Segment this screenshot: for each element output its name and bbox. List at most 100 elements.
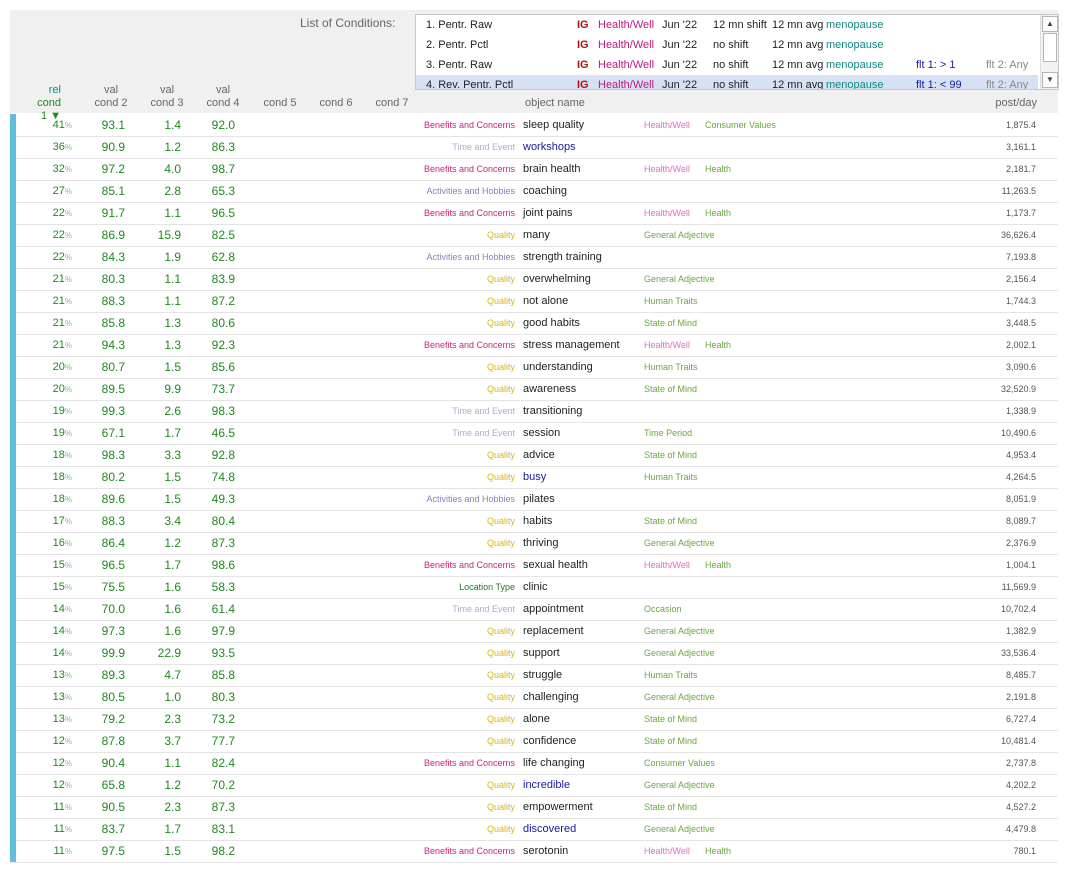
- object-name[interactable]: appointment: [523, 598, 584, 620]
- table-row[interactable]: 19% 99.3 2.6 98.3 Time and Event transitionin…: [10, 400, 1058, 423]
- table-row[interactable]: 22% 84.3 1.9 62.8 Activities and Hobbies stre…: [10, 246, 1058, 269]
- object-name[interactable]: serotonin: [523, 840, 568, 862]
- table-row[interactable]: 16% 86.4 1.2 87.3 Quality thriving General Adj…: [10, 532, 1058, 555]
- condition-row[interactable]: 2. Pentr. Pctl IG Health/Well Jun '22 no shi…: [416, 35, 1038, 55]
- scroll-up-icon[interactable]: ▲: [1042, 16, 1058, 32]
- table-row[interactable]: 17% 88.3 3.4 80.4 Quality habits State of Mind…: [10, 510, 1058, 533]
- object-name[interactable]: challenging: [523, 686, 579, 708]
- table-row[interactable]: 11% 83.7 1.7 83.1 Quality discovered General A…: [10, 818, 1058, 841]
- object-name[interactable]: pilates: [523, 488, 555, 510]
- object-name[interactable]: overwhelming: [523, 268, 591, 290]
- object-name[interactable]: replacement: [523, 620, 584, 642]
- object-name[interactable]: habits: [523, 510, 552, 532]
- table-row[interactable]: 13% 89.3 4.7 85.8 Quality struggle Human Trait…: [10, 664, 1058, 687]
- table-row[interactable]: 11% 90.5 2.3 87.3 Quality empowerment State of…: [10, 796, 1058, 819]
- object-name[interactable]: workshops: [523, 136, 576, 158]
- table-row[interactable]: 27% 85.1 2.8 65.3 Activities and Hobbies coac…: [10, 180, 1058, 203]
- category-label: Quality: [486, 780, 515, 790]
- object-name[interactable]: brain health: [523, 158, 581, 180]
- table-row[interactable]: 13% 79.2 2.3 73.2 Quality alone State of Mind 6…: [10, 708, 1058, 731]
- object-name[interactable]: session: [523, 422, 560, 444]
- table-row[interactable]: 18% 89.6 1.5 49.3 Activities and Hobbies pila…: [10, 488, 1058, 511]
- object-name[interactable]: awareness: [523, 378, 576, 400]
- table-row[interactable]: 15% 75.5 1.6 58.3 Location Type clinic 11,569.…: [10, 576, 1058, 599]
- col-header-cond5[interactable]: cond 5: [255, 97, 305, 110]
- object-name[interactable]: life changing: [523, 752, 585, 774]
- cond4-value: 98.3: [211, 404, 235, 418]
- object-name[interactable]: sexual health: [523, 554, 588, 576]
- col-header-cond7[interactable]: cond 7: [367, 97, 417, 110]
- cond3-value: 1.2: [164, 778, 181, 792]
- cond3-value: 2.8: [164, 184, 181, 198]
- col-header-cond3[interactable]: val cond 3: [142, 84, 192, 110]
- scroll-down-icon[interactable]: ▼: [1042, 72, 1058, 88]
- object-name[interactable]: stress management: [523, 334, 620, 356]
- object-name[interactable]: empowerment: [523, 796, 593, 818]
- table-row[interactable]: 41% 93.1 1.4 92.0 Benefits and Concerns sleep…: [10, 114, 1058, 137]
- table-row[interactable]: 14% 99.9 22.9 93.5 Quality support General Adj…: [10, 642, 1058, 665]
- table-row[interactable]: 21% 85.8 1.3 80.6 Quality good habits State of…: [10, 312, 1058, 335]
- table-row[interactable]: 19% 67.1 1.7 46.5 Time and Event session Time …: [10, 422, 1058, 445]
- category-label: Quality: [486, 670, 515, 680]
- object-name[interactable]: advice: [523, 444, 555, 466]
- object-name[interactable]: strength training: [523, 246, 602, 268]
- table-row[interactable]: 15% 96.5 1.7 98.6 Benefits and Concerns sexua…: [10, 554, 1058, 577]
- table-row[interactable]: 12% 87.8 3.7 77.7 Quality confidence State of …: [10, 730, 1058, 753]
- tag-secondary: Health: [705, 340, 732, 350]
- object-name[interactable]: not alone: [523, 290, 568, 312]
- table-row[interactable]: 12% 65.8 1.2 70.2 Quality incredible General A…: [10, 774, 1058, 797]
- table-row[interactable]: 21% 88.3 1.1 87.2 Quality not alone Human Trai…: [10, 290, 1058, 313]
- object-name[interactable]: sleep quality: [523, 114, 584, 136]
- tag-primary: State of Mind: [644, 516, 698, 526]
- post-per-day-value: 3,448.5: [1005, 318, 1036, 328]
- table-row[interactable]: 20% 89.5 9.9 73.7 Quality awareness State of M…: [10, 378, 1058, 401]
- table-row[interactable]: 21% 94.3 1.3 92.3 Benefits and Concerns stres…: [10, 334, 1058, 357]
- col-header-cond1[interactable]: rel cond 1 ▼: [29, 84, 61, 122]
- table-row[interactable]: 13% 80.5 1.0 80.3 Quality challenging General …: [10, 686, 1058, 709]
- table-row[interactable]: 32% 97.2 4.0 98.7 Benefits and Concerns brain…: [10, 158, 1058, 181]
- condition-row[interactable]: 3. Pentr. Raw IG Health/Well Jun '22 no shif…: [416, 55, 1038, 75]
- conditions-scrollbar[interactable]: ▲ ▼: [1040, 15, 1058, 89]
- col-header-cond4[interactable]: val cond 4: [198, 84, 248, 110]
- col-header-post-per-day[interactable]: post/day: [970, 97, 1037, 109]
- cond2-value: 80.3: [101, 272, 125, 286]
- post-per-day-value: 1,004.1: [1005, 560, 1036, 570]
- object-name[interactable]: clinic: [523, 576, 547, 598]
- table-row[interactable]: 11% 97.5 1.5 98.2 Benefits and Concerns serot…: [10, 840, 1058, 863]
- rel-value: 12%: [52, 757, 72, 769]
- object-name[interactable]: alone: [523, 708, 550, 730]
- table-row[interactable]: 22% 91.7 1.1 96.5 Benefits and Concerns joint…: [10, 202, 1058, 225]
- object-name[interactable]: joint pains: [523, 202, 573, 224]
- table-row[interactable]: 12% 90.4 1.1 82.4 Benefits and Concerns life …: [10, 752, 1058, 775]
- object-name[interactable]: thriving: [523, 532, 558, 554]
- table-row[interactable]: 18% 80.2 1.5 74.8 Quality busy Human Traits 4,2…: [10, 466, 1058, 489]
- object-name[interactable]: understanding: [523, 356, 593, 378]
- condition-row[interactable]: 1. Pentr. Raw IG Health/Well Jun '22 12 mn s…: [416, 15, 1038, 35]
- object-name[interactable]: struggle: [523, 664, 562, 686]
- cond2-value: 89.6: [101, 492, 125, 506]
- object-name[interactable]: support: [523, 642, 560, 664]
- col-header-cond6[interactable]: cond 6: [311, 97, 361, 110]
- col-header-cond2[interactable]: val cond 2: [86, 84, 136, 110]
- table-row[interactable]: 18% 98.3 3.3 92.8 Quality advice State of Mind…: [10, 444, 1058, 467]
- object-name[interactable]: coaching: [523, 180, 567, 202]
- table-row[interactable]: 22% 86.9 15.9 82.5 Quality many General Adject…: [10, 224, 1058, 247]
- table-row[interactable]: 20% 80.7 1.5 85.6 Quality understanding Human …: [10, 356, 1058, 379]
- condition-row[interactable]: 4. Rev. Pentr. Pctl IG Health/Well Jun '22 n…: [416, 75, 1038, 89]
- col-header-object-name[interactable]: object name: [525, 97, 585, 109]
- table-row[interactable]: 14% 97.3 1.6 97.9 Quality replacement General …: [10, 620, 1058, 643]
- row-marker: [10, 818, 16, 840]
- table-row[interactable]: 21% 80.3 1.1 83.9 Quality overwhelming General…: [10, 268, 1058, 291]
- object-name[interactable]: incredible: [523, 774, 570, 796]
- conditions-list[interactable]: 4. Rev. Pentr. Pctl IG Health/Well Jun '22 n…: [415, 14, 1059, 90]
- col-header-cond4-top: val: [215, 84, 231, 96]
- object-name[interactable]: busy: [523, 466, 546, 488]
- table-row[interactable]: 14% 70.0 1.6 61.4 Time and Event appointment O…: [10, 598, 1058, 621]
- object-name[interactable]: good habits: [523, 312, 580, 334]
- object-name[interactable]: discovered: [523, 818, 576, 840]
- object-name[interactable]: transitioning: [523, 400, 582, 422]
- scroll-thumb[interactable]: [1043, 33, 1057, 62]
- object-name[interactable]: confidence: [523, 730, 576, 752]
- object-name[interactable]: many: [523, 224, 550, 246]
- table-row[interactable]: 36% 90.9 1.2 86.3 Time and Event workshops 3,1…: [10, 136, 1058, 159]
